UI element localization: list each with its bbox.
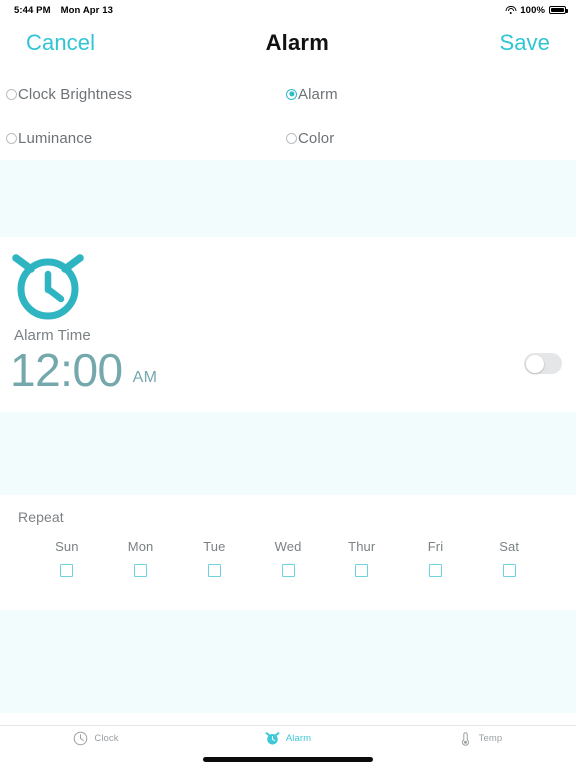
radio-icon-clock-brightness[interactable] [6, 88, 17, 100]
repeat-day-mon[interactable]: Mon [104, 539, 178, 577]
status-bar: 5:44 PM Mon Apr 13 100% [0, 0, 576, 20]
radio-icon-color[interactable] [286, 132, 297, 144]
tab-clock[interactable]: Clock [0, 731, 192, 746]
status-bar-left: 5:44 PM Mon Apr 13 [14, 5, 113, 16]
radio-label-clock-brightness: Clock Brightness [18, 85, 133, 103]
day-label-thur: Thur [348, 539, 376, 554]
repeat-section: Repeat Sun Mon Tue Wed Thur Fri Sat [0, 495, 576, 610]
day-checkbox-sat[interactable] [502, 564, 516, 577]
tab-label-temp: Temp [478, 733, 503, 744]
status-date: Mon Apr 13 [60, 4, 113, 16]
alarm-time-label: Alarm Time [14, 327, 91, 344]
tab-temp[interactable]: Temp [384, 731, 576, 746]
day-checkbox-tue[interactable] [207, 564, 221, 577]
alarm-settings-screen: 5:44 PM Mon Apr 13 100% Cancel Alarm Sav… [0, 0, 576, 768]
day-checkbox-fri[interactable] [428, 564, 442, 577]
tab-alarm[interactable]: Alarm [192, 731, 384, 746]
repeat-day-thur[interactable]: Thur [325, 539, 399, 577]
radio-label-color: Color [298, 129, 335, 147]
day-checkbox-mon[interactable] [134, 564, 148, 577]
repeat-day-wed[interactable]: Wed [251, 539, 325, 577]
spacer-band-top [0, 160, 576, 237]
page-title: Alarm [265, 30, 329, 55]
tab-label-alarm: Alarm [285, 733, 312, 744]
repeat-day-tue[interactable]: Tue [177, 539, 251, 577]
radio-option-clock-brightness[interactable]: Clock Brightness [0, 86, 286, 103]
radio-label-luminance: Luminance [18, 129, 93, 147]
radio-label-alarm: Alarm [298, 85, 338, 103]
day-label-fri: Fri [427, 539, 444, 554]
battery-full-icon [549, 5, 568, 15]
day-label-wed: Wed [274, 539, 302, 554]
spacer-band-bottom [0, 610, 576, 713]
radio-option-alarm[interactable]: Alarm [286, 86, 338, 103]
day-checkbox-thur[interactable] [355, 564, 369, 577]
radio-icon-luminance[interactable] [6, 132, 17, 144]
alarm-time-meridiem[interactable]: AM [133, 369, 158, 387]
alarm-time-value[interactable]: 12:00 [10, 347, 123, 393]
repeat-day-fri[interactable]: Fri [399, 539, 473, 577]
save-button[interactable]: Save [499, 30, 550, 56]
repeat-day-sun[interactable]: Sun [30, 539, 104, 577]
alarm-clock-icon [12, 254, 84, 320]
status-time: 5:44 PM [14, 4, 51, 16]
repeat-day-sat[interactable]: Sat [472, 539, 546, 577]
spacer-band-middle [0, 412, 576, 495]
repeat-days-row: Sun Mon Tue Wed Thur Fri Sat [0, 525, 576, 577]
repeat-label: Repeat [18, 509, 64, 525]
day-label-mon: Mon [127, 539, 154, 554]
cancel-button[interactable]: Cancel [26, 30, 95, 56]
radio-row-1: Clock Brightness Alarm [0, 72, 576, 116]
wifi-icon [505, 5, 517, 15]
day-checkbox-sun[interactable] [60, 564, 74, 577]
clock-icon [74, 731, 88, 746]
navigation-bar: Cancel Alarm Save [0, 20, 576, 66]
radio-option-color[interactable]: Color [286, 130, 334, 147]
home-indicator [203, 757, 373, 762]
thermometer-icon [461, 732, 469, 746]
day-label-sun: Sun [55, 539, 79, 554]
radio-option-luminance[interactable]: Luminance [0, 130, 286, 147]
day-label-tue: Tue [203, 539, 226, 554]
toggle-knob [525, 354, 544, 373]
tab-label-clock: Clock [94, 733, 119, 744]
day-checkbox-wed[interactable] [281, 564, 295, 577]
alarm-time-value-group[interactable]: 12:00 AM [10, 347, 157, 393]
alarm-enable-toggle[interactable] [524, 353, 562, 374]
day-label-sat: Sat [499, 539, 520, 554]
alarm-clock-icon [265, 732, 280, 745]
alarm-time-section: Alarm Time 12:00 AM [0, 237, 576, 412]
battery-percent-label: 100% [520, 4, 545, 16]
status-bar-right: 100% [505, 4, 568, 16]
radio-icon-alarm[interactable] [286, 88, 297, 100]
settings-radio-group: Clock Brightness Alarm Luminance Color [0, 66, 576, 160]
radio-row-2: Luminance Color [0, 116, 576, 160]
